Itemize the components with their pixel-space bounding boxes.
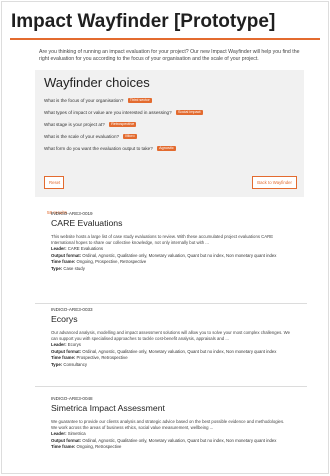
choice-row: What is the scale of your evaluation? Mi… bbox=[44, 133, 297, 141]
choice-row: What stage is your project at? Retrospec… bbox=[44, 121, 297, 129]
result-title[interactable]: Ecorys bbox=[51, 314, 291, 325]
wayfinder-choices-panel: Wayfinder choices What is the focus of y… bbox=[35, 69, 304, 197]
choice-answer-tag[interactable]: Social impact bbox=[175, 109, 203, 115]
time-frame-value: Ongoing, Prospective, Retrospective bbox=[76, 259, 147, 265]
choice-question: What is the focus of your organisation? bbox=[44, 97, 124, 103]
result-card[interactable]: INDIGO-ARE3-0048 Simetrica Impact Assess… bbox=[51, 396, 291, 451]
leader-value: CARE Evaluations bbox=[67, 246, 104, 252]
leader-label: Leader: bbox=[51, 431, 67, 437]
wayfinder-choices-heading: Wayfinder choices bbox=[44, 74, 150, 90]
back-to-wayfinder-button[interactable]: Back to Wayfinder bbox=[252, 175, 297, 189]
choice-answer-tag[interactable]: Micro bbox=[123, 133, 137, 139]
type-label: Type: bbox=[51, 361, 63, 367]
result-description: This website hosts a large list of case … bbox=[51, 234, 274, 246]
time-frame-label: Time frame: bbox=[51, 259, 76, 265]
leader-label: Leader: bbox=[51, 246, 67, 252]
result-time-frame: Time frame: Ongoing, Retrospective bbox=[51, 444, 291, 450]
output-format-label: Output format: bbox=[51, 252, 82, 258]
result-description: We guarantee to provide our clients anal… bbox=[51, 419, 285, 431]
type-value: Consultancy bbox=[63, 361, 87, 367]
choice-row: What types of impact or value are you in… bbox=[44, 109, 297, 117]
output-format-value: Ordinal, Agnostic, Qualitative only, Mon… bbox=[82, 348, 277, 354]
result-id: INDIGO-ARE3-0048 bbox=[51, 396, 93, 401]
time-frame-value: Prospective, Retrospective bbox=[76, 355, 128, 361]
result-type: Type: Case study bbox=[51, 266, 291, 272]
result-id: INDIGO-ARE3-0033 bbox=[51, 307, 93, 312]
result-card[interactable]: INDIGO-ARE3-0019 CARE Evaluations This w… bbox=[51, 211, 291, 272]
choice-question: What types of impact or value are you in… bbox=[44, 109, 172, 115]
choice-row: What is the focus of your organisation? … bbox=[44, 97, 297, 105]
result-description: Our advanced analysis, modelling and imp… bbox=[51, 330, 290, 342]
choice-answer-tag[interactable]: Third sector bbox=[127, 97, 152, 103]
time-frame-label: Time frame: bbox=[51, 444, 76, 450]
choice-answer-tag[interactable]: Agnostic bbox=[157, 145, 176, 151]
result-title[interactable]: Simetrica Impact Assessment bbox=[51, 403, 291, 414]
reset-button[interactable]: Reset bbox=[44, 175, 64, 189]
output-format-value: Ordinal, Agnostic, Qualitative only, Mon… bbox=[82, 252, 277, 258]
leader-value: Ecorys bbox=[67, 342, 81, 348]
time-frame-value: Ongoing, Retrospective bbox=[76, 444, 122, 450]
type-label: Type: bbox=[51, 265, 63, 271]
result-title[interactable]: CARE Evaluations bbox=[51, 218, 291, 229]
result-id: INDIGO-ARE3-0019 bbox=[51, 211, 93, 216]
time-frame-label: Time frame: bbox=[51, 355, 76, 361]
choice-answer-tag[interactable]: Retrospective bbox=[109, 121, 137, 127]
choice-row: What form do you want the evaluation out… bbox=[44, 145, 297, 153]
output-format-label: Output format: bbox=[51, 348, 82, 354]
page: Impact Wayfinder [Prototype] Are you thi… bbox=[1, 1, 329, 474]
output-format-value: Ordinal, Agnostic, Qualitative only, Mon… bbox=[82, 437, 277, 443]
page-title: Impact Wayfinder [Prototype] bbox=[11, 11, 276, 32]
leader-value: Simetrica bbox=[67, 431, 86, 437]
result-card[interactable]: INDIGO-ARE3-0033 Ecorys Our advanced ana… bbox=[51, 307, 291, 368]
leader-label: Leader: bbox=[51, 342, 67, 348]
choice-question: What is the scale of your evaluation? bbox=[44, 133, 120, 139]
output-format-label: Output format: bbox=[51, 437, 82, 443]
type-value: Case study bbox=[63, 265, 85, 271]
choice-question: What form do you want the evaluation out… bbox=[44, 145, 153, 151]
choice-question: What stage is your project at? bbox=[44, 121, 105, 127]
intro-text: Are you thinking of running an impact ev… bbox=[39, 49, 300, 63]
result-divider bbox=[35, 303, 307, 304]
result-type: Type: Consultancy bbox=[51, 362, 291, 368]
result-divider bbox=[35, 386, 307, 387]
title-divider bbox=[10, 38, 320, 40]
